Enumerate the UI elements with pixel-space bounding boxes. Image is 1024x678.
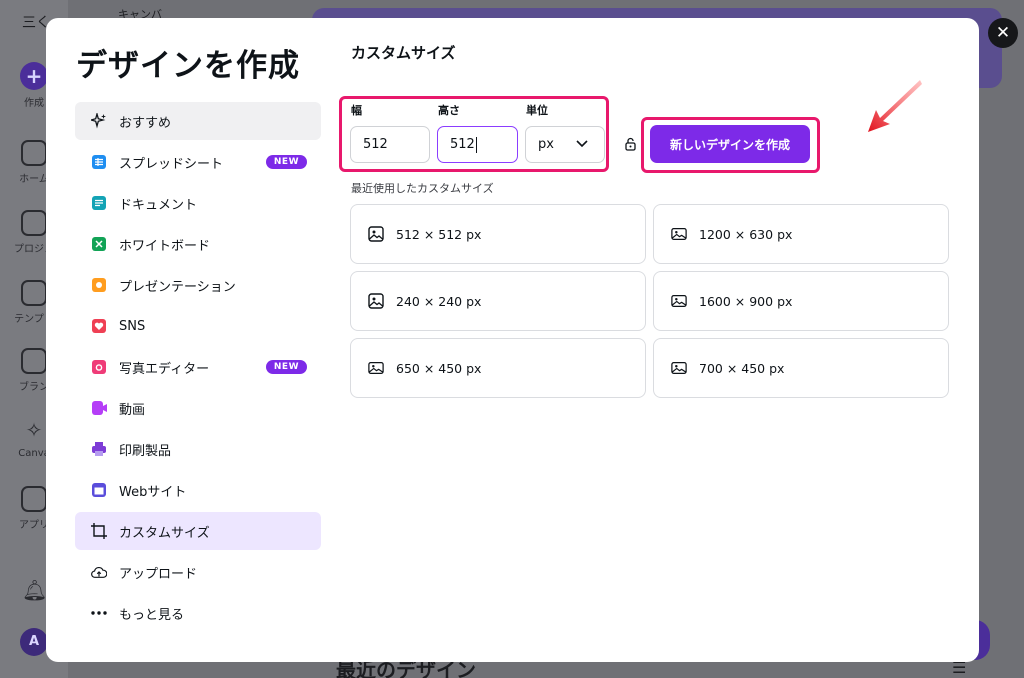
landscape-image-icon	[671, 360, 687, 376]
menu-label: 写真エディター	[119, 361, 210, 377]
menu-item-photo-editor[interactable]: 写真エディター NEW	[75, 348, 321, 386]
menu-label: スプレッドシート	[119, 156, 224, 172]
menu-label: SNS	[119, 318, 146, 334]
menu-item-document[interactable]: ドキュメント	[75, 184, 321, 222]
sparkle-icon	[91, 113, 107, 129]
spreadsheet-icon	[91, 154, 107, 170]
menu-item-video[interactable]: 動画	[75, 389, 321, 427]
width-input[interactable]: 512	[350, 126, 430, 163]
height-value: 512	[450, 137, 475, 152]
landscape-image-icon	[671, 293, 687, 309]
recent-size-label: 1600 × 900 px	[699, 293, 793, 309]
menu-label: 動画	[119, 402, 146, 418]
menu-label: 印刷製品	[119, 443, 172, 459]
design-type-menu: おすすめ スプレッドシート NEW ドキュメント ホワイトボード プレゼンテーシ…	[75, 102, 321, 635]
video-icon	[91, 400, 107, 416]
aspect-lock-button[interactable]	[625, 136, 636, 155]
apps-icon	[21, 486, 47, 512]
height-input[interactable]: 512	[437, 126, 518, 163]
annotation-arrow	[864, 78, 924, 140]
unit-label: 単位	[526, 104, 548, 117]
folder-icon	[21, 210, 47, 236]
recent-size-card[interactable]: 1200 × 630 px	[653, 204, 949, 264]
unit-value: px	[538, 137, 554, 152]
recent-size-card[interactable]: 240 × 240 px	[350, 271, 646, 331]
modal-title: デザインを作成	[76, 48, 300, 84]
menu-item-more[interactable]: もっと見る	[75, 594, 321, 632]
whiteboard-icon	[91, 236, 107, 252]
text-caret	[475, 136, 477, 153]
brand-icon	[21, 348, 47, 374]
recent-size-card[interactable]: 650 × 450 px	[350, 338, 646, 398]
close-icon: ✕	[995, 23, 1011, 43]
home-icon	[21, 140, 47, 166]
plus-icon: +	[20, 62, 48, 90]
menu-item-whiteboard[interactable]: ホワイトボード	[75, 225, 321, 263]
menu-label: プレゼンテーション	[119, 279, 236, 295]
bell-icon: 🔔︎	[22, 578, 48, 602]
menu-label: Webサイト	[119, 484, 187, 500]
avatar: A	[20, 628, 48, 656]
width-value: 512	[363, 137, 388, 152]
recent-size-card[interactable]: 700 × 450 px	[653, 338, 949, 398]
custom-size-title: カスタムサイズ	[351, 44, 456, 62]
document-icon	[91, 195, 107, 211]
create-design-modal: デザインを作成 おすすめ スプレッドシート NEW ドキュメント ホワイトボード…	[46, 18, 979, 662]
menu-item-spreadsheet[interactable]: スプレッドシート NEW	[75, 143, 321, 181]
template-icon	[21, 280, 47, 306]
menu-label: もっと見る	[119, 607, 185, 623]
recent-size-label: 700 × 450 px	[699, 360, 785, 376]
menu-label: カスタムサイズ	[119, 525, 210, 541]
presentation-icon	[91, 277, 107, 293]
cloud-upload-icon	[91, 564, 107, 580]
menu-item-recommended[interactable]: おすすめ	[75, 102, 321, 140]
new-badge: NEW	[265, 360, 307, 374]
unit-select[interactable]: px	[525, 126, 605, 163]
menu-label: ドキュメント	[119, 197, 198, 213]
menu-item-print[interactable]: 印刷製品	[75, 430, 321, 468]
camera-icon	[91, 359, 107, 375]
new-badge: NEW	[265, 155, 307, 169]
recent-size-label: 1200 × 630 px	[699, 226, 793, 242]
heart-icon	[91, 318, 107, 334]
menu-item-sns[interactable]: SNS	[75, 307, 321, 345]
width-label: 幅	[351, 104, 362, 117]
image-icon	[368, 226, 384, 242]
close-button[interactable]: ✕	[988, 18, 1018, 48]
landscape-image-icon	[671, 226, 687, 242]
menu-item-custom-size[interactable]: カスタムサイズ	[75, 512, 321, 550]
recent-size-card[interactable]: 1600 × 900 px	[653, 271, 949, 331]
printer-icon	[91, 441, 107, 457]
custom-size-icon	[91, 523, 107, 539]
sparkle-icon: ✧	[25, 418, 43, 442]
lock-icon	[625, 136, 636, 155]
more-dots-icon	[91, 605, 107, 621]
website-icon	[91, 482, 107, 498]
recent-size-label: 512 × 512 px	[396, 226, 482, 242]
menu-label: アップロード	[119, 566, 198, 582]
height-label: 高さ	[438, 104, 460, 117]
recent-sizes-label: 最近使用したカスタムサイズ	[351, 182, 494, 195]
recent-size-card[interactable]: 512 × 512 px	[350, 204, 646, 264]
create-new-design-button[interactable]: 新しいデザインを作成	[650, 125, 810, 163]
landscape-image-icon	[368, 360, 384, 376]
menu-item-upload[interactable]: アップロード	[75, 553, 321, 591]
image-icon	[368, 293, 384, 309]
menu-label: おすすめ	[119, 115, 172, 131]
menu-label: ホワイトボード	[119, 238, 211, 254]
recent-size-label: 240 × 240 px	[396, 293, 482, 309]
chevron-down-icon	[576, 137, 588, 152]
recent-size-label: 650 × 450 px	[396, 360, 482, 376]
menu-item-presentation[interactable]: プレゼンテーション	[75, 266, 321, 304]
menu-item-website[interactable]: Webサイト	[75, 471, 321, 509]
